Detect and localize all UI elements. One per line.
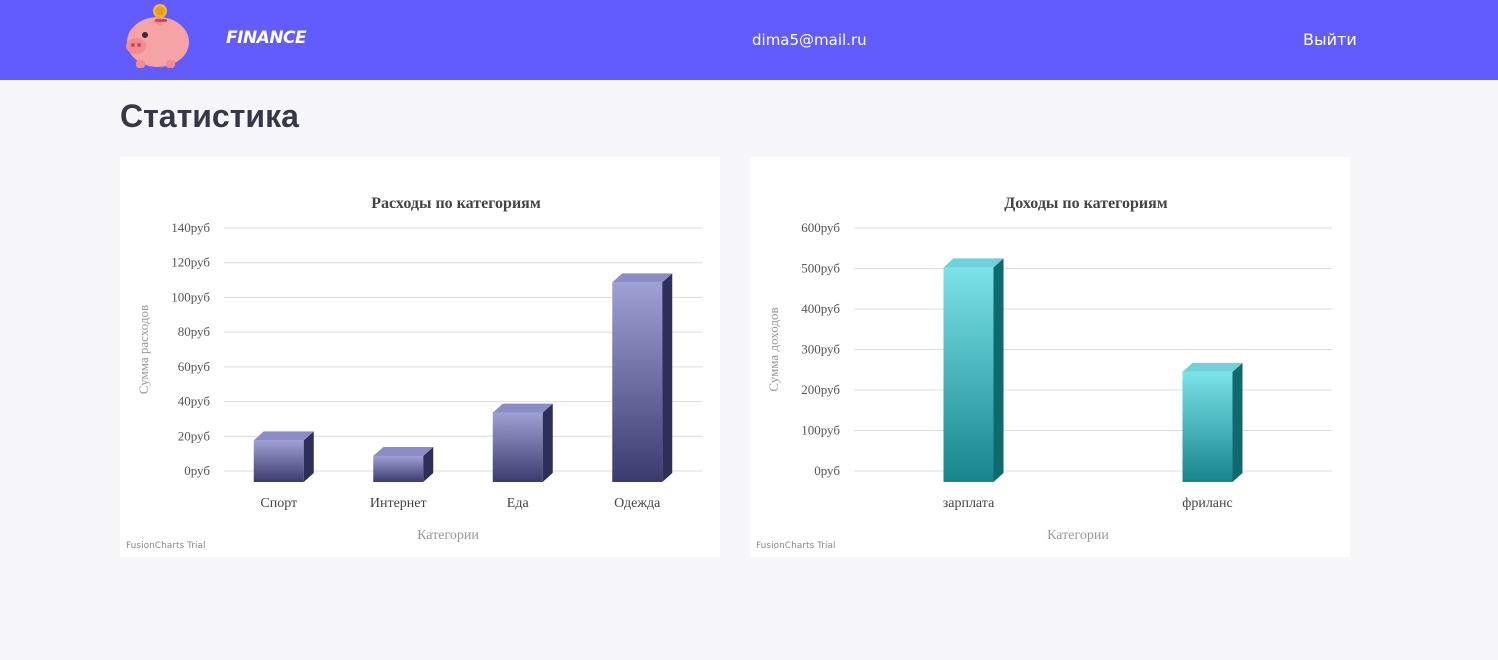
y-axis-title: Сумма доходов	[766, 307, 781, 391]
y-tick-label: 600руб	[801, 220, 840, 235]
y-tick-label: 20руб	[178, 428, 211, 443]
y-tick-label: 500руб	[801, 261, 840, 276]
y-tick-label: 300руб	[801, 342, 840, 357]
y-tick-label: 80руб	[178, 324, 211, 339]
page-title: Статистика	[120, 98, 299, 134]
bar[interactable]	[612, 273, 673, 482]
y-tick-label: 40руб	[178, 394, 211, 409]
income-chart-card: Доходы по категориям 0руб 100руб 200руб 300р…	[750, 157, 1350, 557]
chart-title: Расходы по категориям	[371, 195, 541, 212]
y-tick-label: 120руб	[171, 255, 210, 270]
x-tick-label: Спорт	[260, 496, 297, 511]
fusioncharts-trial-label[interactable]: FusionCharts Trial	[126, 541, 205, 551]
x-tick-label: Еда	[507, 496, 530, 511]
y-tick-label: 100руб	[171, 289, 210, 304]
top-navbar: FINANCE dima5@mail.ru Выйти	[0, 0, 1498, 80]
x-tick-label: Интернет	[370, 496, 427, 511]
expenses-chart: Расходы по категориям 0руб 20руб 40руб 60руб…	[136, 195, 702, 543]
chart-title: Доходы по категориям	[1004, 195, 1168, 212]
x-axis-title: Категории	[1047, 528, 1109, 543]
bar[interactable]	[1182, 362, 1243, 482]
bar[interactable]	[253, 431, 314, 482]
y-tick-label: 140руб	[171, 220, 210, 235]
piggy-bank-logo-icon[interactable]	[122, 2, 196, 72]
bar[interactable]	[492, 403, 553, 482]
x-tick-label: Одежда	[614, 496, 661, 511]
brand-name[interactable]: FINANCE	[226, 28, 307, 48]
x-tick-label: фриланс	[1182, 496, 1232, 511]
expenses-chart-card: Расходы по категориям 0руб 20руб 40руб 60руб…	[120, 157, 720, 557]
y-tick-label: 0руб	[814, 463, 840, 478]
x-tick-label: зарплата	[943, 496, 995, 511]
bar[interactable]	[943, 258, 1004, 482]
fusioncharts-trial-label[interactable]: FusionCharts Trial	[756, 541, 835, 551]
bar[interactable]	[373, 446, 434, 482]
y-tick-label: 100руб	[801, 423, 840, 438]
y-tick-label: 200руб	[801, 382, 840, 397]
y-tick-label: 0руб	[184, 463, 210, 478]
user-email: dima5@mail.ru	[752, 31, 867, 49]
logout-link[interactable]: Выйти	[1303, 30, 1357, 49]
x-axis-title: Категории	[417, 528, 479, 543]
y-tick-label: 400руб	[801, 301, 840, 316]
y-tick-label: 60руб	[178, 359, 211, 374]
income-chart: Доходы по категориям 0руб 100руб 200руб 300р…	[766, 195, 1332, 543]
y-axis-title: Сумма расходов	[136, 305, 151, 394]
